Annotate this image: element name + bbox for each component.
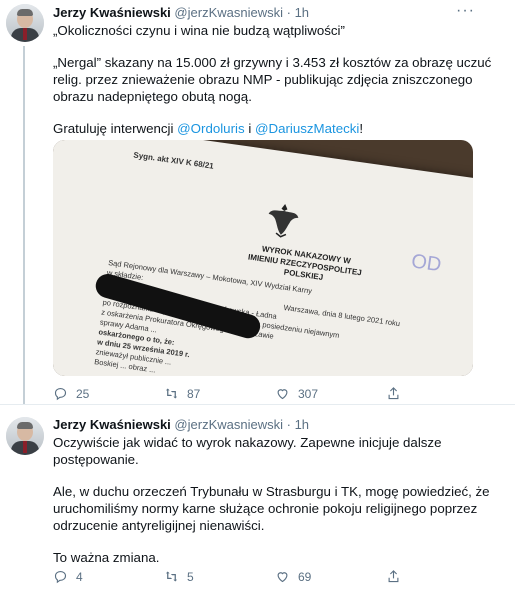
- reply-button[interactable]: 4: [53, 569, 83, 584]
- tweet-header: Jerzy Kwaśniewski @jerzKwasniewski · 1h: [53, 417, 309, 432]
- tweet-paragraph-1: Oczywiście jak widać to wyrok nakazowy. …: [53, 435, 442, 467]
- tweet-header: Jerzy Kwaśniewski @jerzKwasniewski · 1h: [53, 5, 309, 20]
- tweet-text: „Okoliczności czynu i wina nie budzą wąt…: [53, 22, 493, 152]
- separator: ·: [286, 417, 291, 432]
- author-handle[interactable]: @jerzKwasniewski: [174, 5, 283, 20]
- retweet-count: 87: [187, 386, 201, 401]
- retweet-button[interactable]: 5: [164, 569, 194, 584]
- like-button[interactable]: 69: [275, 569, 311, 584]
- author-name[interactable]: Jerzy Kwaśniewski: [53, 417, 171, 432]
- more-icon[interactable]: ···: [456, 2, 475, 20]
- avatar[interactable]: [6, 417, 44, 455]
- tweet-paragraph-2: Ale, w duchu orzeczeń Trybunału w Strasb…: [53, 484, 490, 533]
- author-handle[interactable]: @jerzKwasniewski: [174, 417, 283, 432]
- reply-count: 25: [76, 386, 90, 401]
- mention-dariuszmatecki[interactable]: @DariuszMatecki: [255, 121, 359, 136]
- retweet-icon: [165, 571, 178, 582]
- reply-icon: [54, 387, 67, 401]
- retweet-button[interactable]: 87: [164, 386, 200, 401]
- tweet-time[interactable]: 1h: [295, 417, 309, 432]
- tweet-media-image[interactable]: Sygn. akt XIV K 68/21 OD WYROK NAKAZOWY …: [53, 140, 473, 376]
- tweet-line-3: Gratuluję interwencji @Ordoluris i @Dari…: [53, 121, 364, 136]
- mention-ordoluris[interactable]: @Ordoluris: [177, 121, 244, 136]
- tweet-time[interactable]: 1h: [295, 5, 309, 20]
- like-count: 307: [298, 386, 319, 401]
- thread-line: [23, 46, 25, 404]
- more-label: ···: [456, 2, 475, 19]
- tweet-2[interactable]: Jerzy Kwaśniewski @jerzKwasniewski · 1h …: [0, 405, 515, 600]
- tweet-line-1: „Okoliczności czynu i wina nie budzą wąt…: [53, 23, 345, 38]
- share-button[interactable]: [386, 569, 409, 584]
- case-number: Sygn. akt XIV K 68/21: [132, 150, 215, 171]
- like-button[interactable]: 307: [275, 386, 318, 401]
- document-body: Sąd Rejonowy dla Warszawy – Mokotowa, XI…: [93, 258, 401, 375]
- like-icon: [277, 389, 288, 400]
- tweet-text: Oczywiście jak widać to wyrok nakazowy. …: [53, 434, 493, 581]
- like-icon: [277, 572, 288, 583]
- document-photo: Sygn. akt XIV K 68/21 OD WYROK NAKAZOWY …: [53, 140, 473, 376]
- tweet-paragraph-3: To ważna zmiana.: [53, 550, 160, 565]
- like-count: 69: [298, 569, 312, 584]
- reply-button[interactable]: 25: [53, 386, 89, 401]
- reply-count: 4: [76, 569, 83, 584]
- reply-icon: [54, 570, 67, 584]
- retweet-count: 5: [187, 569, 194, 584]
- share-button[interactable]: [386, 386, 409, 401]
- tweet-line-2: „Nergal” skazany na 15.000 zł grzywny i …: [53, 55, 492, 104]
- stamp: OD: [409, 250, 443, 277]
- separator: ·: [286, 5, 291, 20]
- tweet-1[interactable]: Jerzy Kwaśniewski @jerzKwasniewski · 1h …: [0, 0, 515, 405]
- share-icon: [388, 387, 399, 400]
- share-icon: [388, 570, 399, 583]
- author-name[interactable]: Jerzy Kwaśniewski: [53, 5, 171, 20]
- eagle-emblem-icon: [268, 204, 299, 238]
- retweet-icon: [165, 388, 178, 399]
- avatar[interactable]: [6, 4, 44, 42]
